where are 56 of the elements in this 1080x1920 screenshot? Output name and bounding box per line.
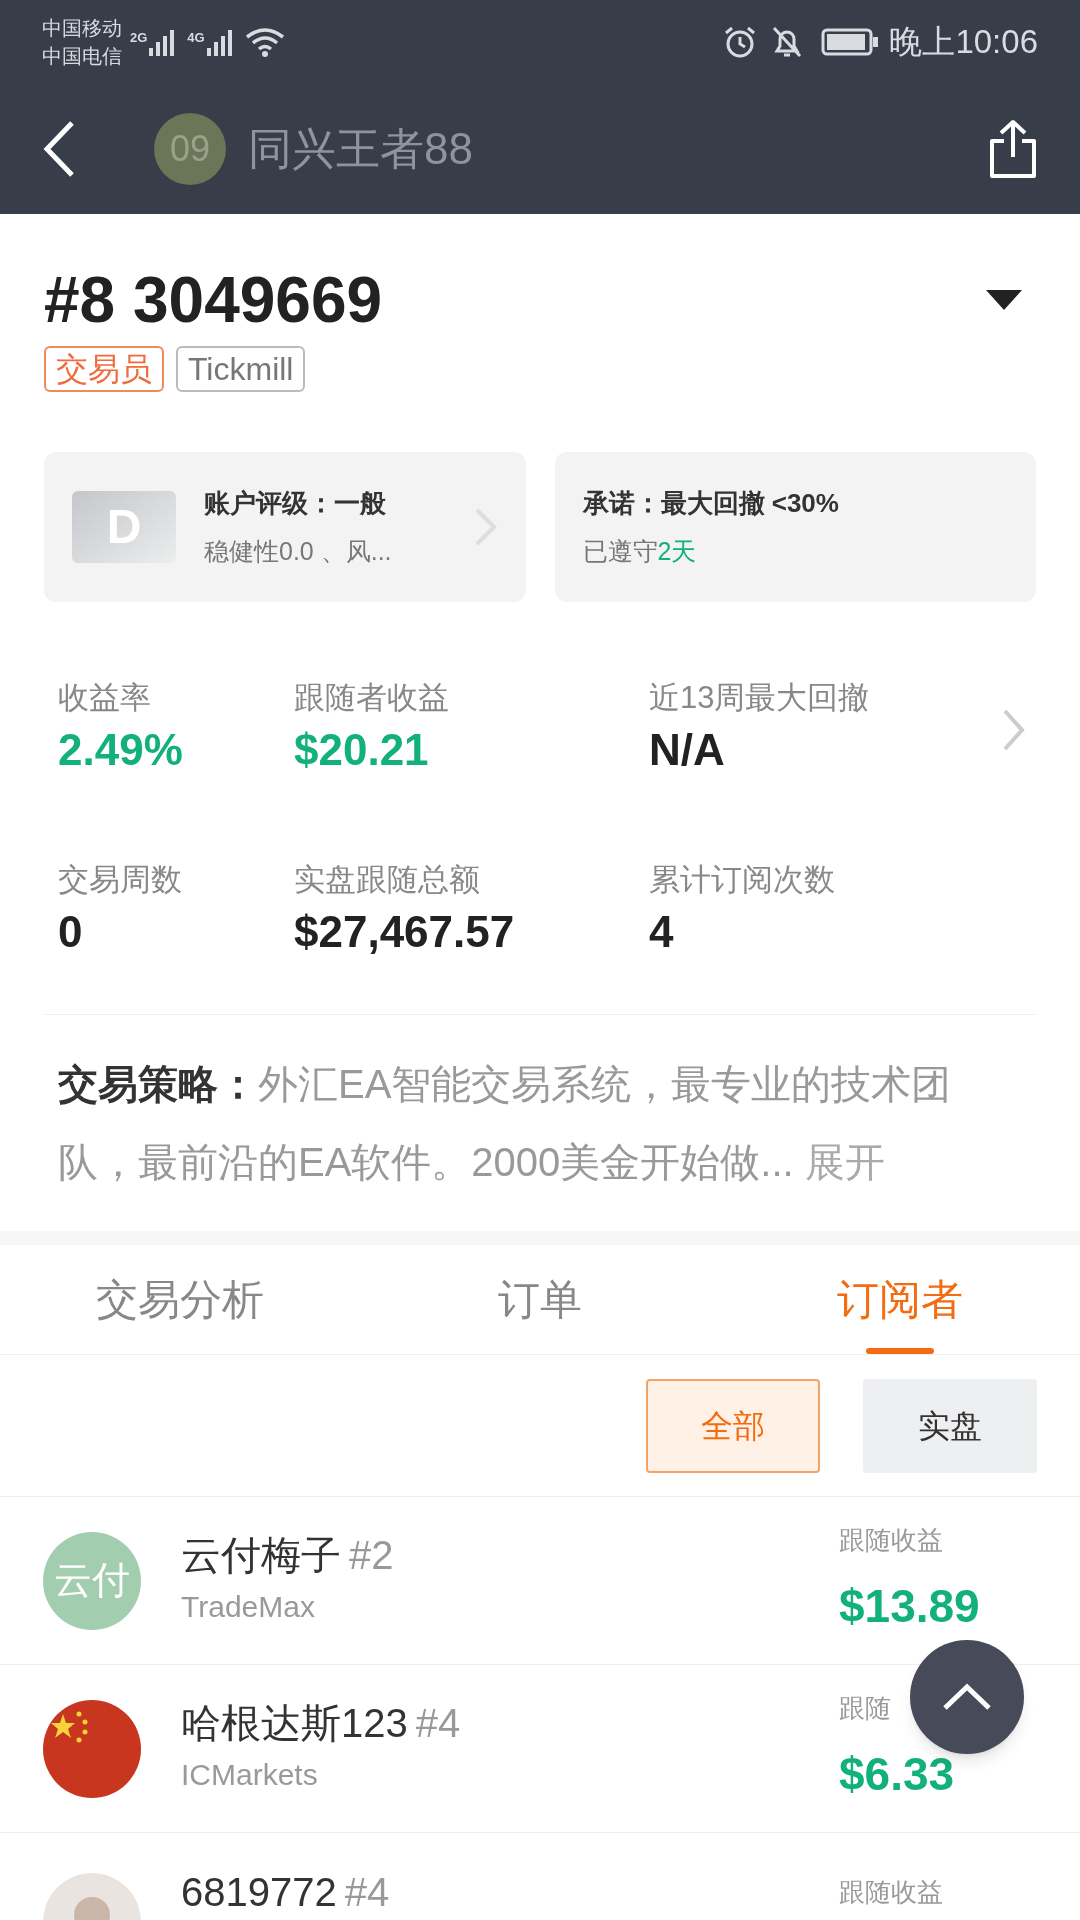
battery-icon xyxy=(821,27,880,57)
carrier-label: 中国移动 xyxy=(42,16,122,41)
card-subtitle: 稳健性0.0 、风... xyxy=(204,535,393,567)
profit-value: $13.89 xyxy=(839,1578,980,1634)
tab[interactable]: 订阅者 xyxy=(720,1245,1080,1354)
filter-button[interactable]: 全部 xyxy=(646,1378,820,1473)
subscriber-rank: #2 xyxy=(349,1532,394,1578)
stat-value: $27,467.57 xyxy=(294,906,516,958)
stat-value: 0 xyxy=(58,906,84,958)
alarm-icon xyxy=(723,25,758,59)
network-label: 2G xyxy=(130,29,148,47)
card-subtitle: 已遵守2天 xyxy=(582,535,698,567)
info-card[interactable]: 承诺：最大回撤 <30% 已遵守2天 xyxy=(554,452,1036,602)
expand-link[interactable]: 展开 xyxy=(804,1140,885,1184)
network-label: 4G xyxy=(187,29,205,47)
stat-label: 交易周数 xyxy=(58,861,183,899)
stat-label: 跟随者收益 xyxy=(294,679,450,717)
card-title: 账户评级：一般 xyxy=(204,486,387,520)
flag-icon xyxy=(43,1699,141,1798)
subscriber-name: 哈根达斯123 xyxy=(181,1700,408,1746)
tag: Tickmill xyxy=(176,346,306,392)
carrier-label: 中国电信 xyxy=(42,44,122,69)
back-icon[interactable] xyxy=(42,120,76,178)
subscriber-name: 6819772 xyxy=(181,1869,337,1915)
subscriber-name: 云付梅子 xyxy=(181,1532,341,1578)
stat-value: 2.49% xyxy=(58,724,184,776)
profit-value: $6.33 xyxy=(839,1746,955,1802)
stat-label: 近13周最大回撤 xyxy=(649,679,871,717)
stat-value: 4 xyxy=(649,906,675,958)
tab[interactable]: 交易分析 xyxy=(0,1245,360,1354)
broker-name: ICMarkets xyxy=(181,1757,319,1793)
stat-label: 收益率 xyxy=(58,679,152,717)
card-title: 承诺：最大回撤 <30% xyxy=(582,486,840,520)
page-title: 同兴王者88 xyxy=(248,123,474,175)
tab[interactable]: 订单 xyxy=(360,1245,720,1354)
stat-label: 实盘跟随总额 xyxy=(294,861,481,899)
share-icon[interactable] xyxy=(988,119,1038,179)
profit-label: 跟随 xyxy=(839,1691,891,1725)
subscriber-rank: #4 xyxy=(415,1700,461,1746)
account-number: #8 3049669 xyxy=(44,263,383,338)
strategy-text: 交易策略：外汇EA智能交易系统，最专业的技术团队，最前沿的EA软件。2000美金开始做... 展开 xyxy=(57,1061,953,1186)
stat-value: N/A xyxy=(649,724,726,776)
stat-label: 累计订阅次数 xyxy=(649,861,836,899)
chevron-up-icon xyxy=(942,1683,992,1711)
profit-label: 跟随收益 xyxy=(839,1876,943,1909)
subscriber-rank: #4 xyxy=(344,1869,390,1915)
clock-time: 晚上10:06 xyxy=(889,22,1038,63)
avatar: 云付 xyxy=(43,1531,141,1630)
muted-bell-icon xyxy=(771,25,804,59)
profit-label: 跟随收益 xyxy=(839,1523,943,1557)
dropdown-icon[interactable] xyxy=(986,290,1022,310)
broker-name: TradeMax xyxy=(181,1589,316,1625)
wifi-icon xyxy=(244,27,285,57)
tag: 交易员 xyxy=(44,346,164,392)
filter-button[interactable]: 实盘 xyxy=(863,1378,1037,1473)
stat-value: $20.21 xyxy=(294,724,430,776)
